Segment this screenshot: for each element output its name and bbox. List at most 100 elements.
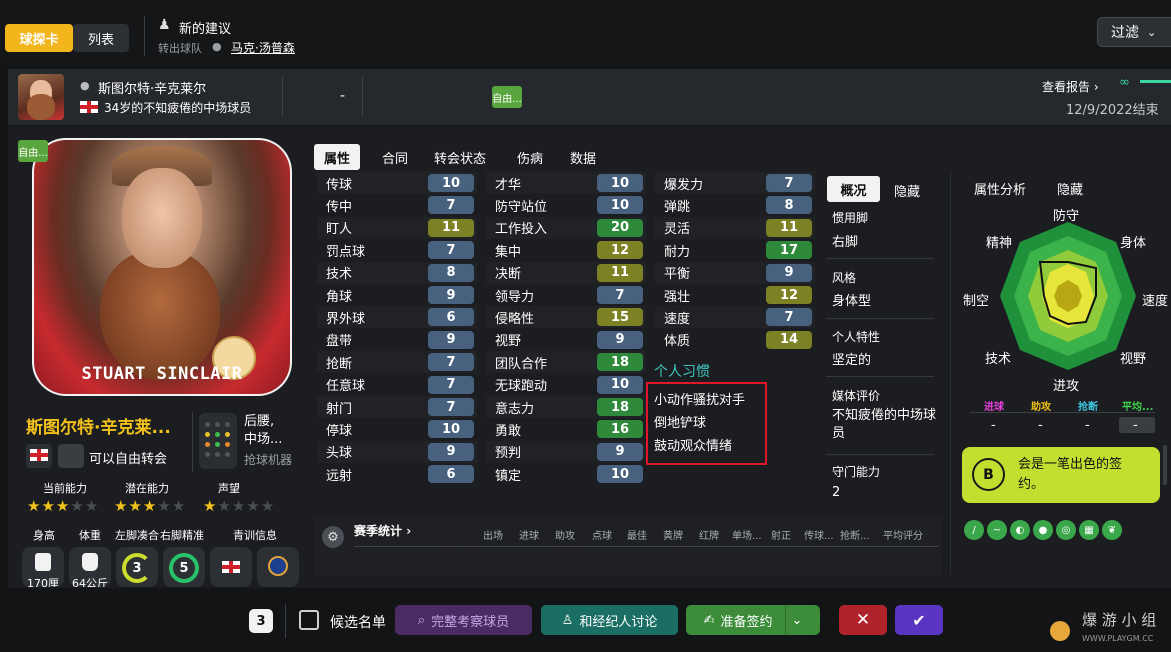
trait-icon-head[interactable]: ● <box>1033 520 1053 540</box>
attribute-row[interactable]: 爆发力 7 <box>655 172 815 194</box>
attribute-row[interactable]: 耐力 17 <box>655 239 815 262</box>
attribute-value: 7 <box>428 241 474 260</box>
attribute-value: 18 <box>597 353 643 372</box>
trait-icon-leaf[interactable]: ❦ <box>1102 520 1122 540</box>
habits-title: 个人习惯 <box>654 364 710 380</box>
prepare-signing-button[interactable]: ✍ 准备签约 ⌄ <box>686 605 820 635</box>
height-value: 170厘 <box>27 577 59 587</box>
attribute-row[interactable]: 远射 6 <box>317 463 477 486</box>
attribute-row[interactable]: 盘带 9 <box>317 328 477 351</box>
attribute-row[interactable]: 镇定 10 <box>486 463 646 486</box>
attribute-row[interactable]: 灵活 11 <box>655 216 815 239</box>
attribute-name: 预判 <box>495 446 522 462</box>
tab-data[interactable]: 数据 <box>560 144 606 170</box>
trait-icon-grid[interactable]: ▦ <box>1079 520 1099 540</box>
attribute-value: 10 <box>597 174 643 192</box>
reputation-label: 声望 <box>218 482 240 495</box>
attribute-name: 侵略性 <box>495 311 535 327</box>
attribute-row[interactable]: 盯人 11 <box>317 216 477 239</box>
season-column-header: 红牌 <box>699 531 719 542</box>
attribute-row[interactable]: 意志力 18 <box>486 396 646 418</box>
attribute-value: 16 <box>597 420 643 439</box>
attribute-row[interactable]: 才华 10 <box>486 172 646 194</box>
accept-button[interactable]: ✔ <box>895 605 943 635</box>
attribute-row[interactable]: 停球 10 <box>317 418 477 441</box>
attribute-row[interactable]: 任意球 7 <box>317 373 477 396</box>
attribute-row[interactable]: 传中 7 <box>317 194 477 217</box>
hide-analysis-button[interactable]: 隐藏 <box>1057 179 1083 198</box>
full-scout-button[interactable]: ⌕ 完整考察球员 <box>395 605 532 635</box>
trait-icon-target[interactable]: ◎ <box>1056 520 1076 540</box>
view-report-link[interactable]: 查看报告 › <box>1042 78 1099 95</box>
tab-attributes[interactable]: 属性 <box>314 144 361 170</box>
attribute-row[interactable]: 集中 12 <box>486 239 646 262</box>
trait-icon-pencil[interactable]: / <box>964 520 984 540</box>
attribute-row[interactable]: 勇敢 16 <box>486 418 646 441</box>
attribute-row[interactable]: 界外球 6 <box>317 306 477 329</box>
filter-button[interactable]: 过滤 ⌄ <box>1097 17 1171 47</box>
preferred-foot-label: 惯用脚 <box>832 211 869 225</box>
attribute-row[interactable]: 罚点球 7 <box>317 239 477 262</box>
tab-transfer-status[interactable]: 转会状态 <box>424 144 496 170</box>
attribute-row[interactable]: 防守站位 10 <box>486 194 646 217</box>
attribute-value: 12 <box>766 286 812 304</box>
shortlist-label[interactable]: 候选名单 <box>330 612 386 632</box>
attribute-row[interactable]: 技术 8 <box>317 261 477 284</box>
suggestion-scout-link[interactable]: 马克·汤普森 <box>231 39 295 56</box>
attribute-row[interactable]: 射门 7 <box>317 396 477 418</box>
attribute-row[interactable]: 弹跳 8 <box>655 194 815 217</box>
scrollbar[interactable] <box>1163 445 1167 485</box>
list-tab[interactable]: 列表 <box>73 24 129 52</box>
attribute-row[interactable]: 决断 11 <box>486 261 646 284</box>
attribute-row[interactable]: 预判 9 <box>486 440 646 463</box>
shortlist-checkbox[interactable] <box>299 610 319 630</box>
attribute-row[interactable]: 侵略性 15 <box>486 306 646 329</box>
reject-button[interactable]: ✕ <box>839 605 887 635</box>
season-stats-link[interactable]: 赛季统计 › <box>354 522 411 539</box>
discuss-with-agent-button[interactable]: ♙ 和经纪人讨论 <box>541 605 678 635</box>
star-icon: ★ <box>55 497 71 515</box>
weight-tile: 64公斤 <box>69 547 111 587</box>
attribute-row[interactable]: 无球跑动 10 <box>486 373 646 396</box>
checkmark-icon: ✔ <box>912 610 926 630</box>
attribute-row[interactable]: 抢断 7 <box>317 351 477 374</box>
england-flag-icon <box>30 449 48 461</box>
view-report-label: 查看报告 <box>1042 80 1091 94</box>
star-icon: ★ <box>217 497 232 515</box>
trait-icon-brain[interactable]: ◐ <box>1010 520 1030 540</box>
attribute-row[interactable]: 传球 10 <box>317 172 477 194</box>
attribute-row[interactable]: 角球 9 <box>317 284 477 306</box>
tab-injuries[interactable]: 伤病 <box>507 144 553 170</box>
divider <box>784 605 786 635</box>
divider <box>282 77 283 117</box>
potential-ability-stars: ★★★★★ <box>114 497 186 515</box>
divider <box>285 604 286 638</box>
attribute-row[interactable]: 平衡 9 <box>655 261 815 284</box>
attribute-row[interactable]: 工作投入 20 <box>486 216 646 239</box>
attribute-row[interactable]: 头球 9 <box>317 440 477 463</box>
left-foot-label: 左脚凑合 <box>115 529 159 542</box>
attribute-name: 工作投入 <box>495 222 548 238</box>
tab-overview[interactable]: 概况 <box>827 176 880 202</box>
shirt-icon <box>35 553 51 571</box>
chevron-down-icon[interactable]: ⌄ <box>792 613 803 628</box>
attribute-name: 决断 <box>495 267 522 283</box>
trait-icon-pulse[interactable]: ~ <box>987 520 1007 540</box>
scout-card-tab[interactable]: 球探卡 <box>5 24 73 52</box>
tab-contract[interactable]: 合同 <box>372 144 418 170</box>
hide-overview-button[interactable]: 隐藏 <box>894 181 920 200</box>
player-name[interactable]: 斯图尔特·辛克莱尔 <box>98 78 206 97</box>
attribute-row[interactable]: 体质 14 <box>655 328 815 351</box>
attribute-row[interactable]: 团队合作 18 <box>486 351 646 374</box>
player-avatar[interactable] <box>18 74 64 120</box>
transfer-status: 可以自由转会 <box>89 452 168 467</box>
star-icon: ★ <box>157 497 172 515</box>
attribute-row[interactable]: 速度 7 <box>655 306 815 329</box>
player-full-name: 斯图尔特·辛克莱... <box>26 418 171 438</box>
attribute-row[interactable]: 视野 9 <box>486 328 646 351</box>
gear-icon[interactable]: ⚙ <box>322 526 344 548</box>
attribute-row[interactable]: 领导力 7 <box>486 284 646 306</box>
attribute-row[interactable]: 强壮 12 <box>655 284 815 306</box>
divider <box>950 170 951 575</box>
attribute-name: 领导力 <box>495 289 535 305</box>
